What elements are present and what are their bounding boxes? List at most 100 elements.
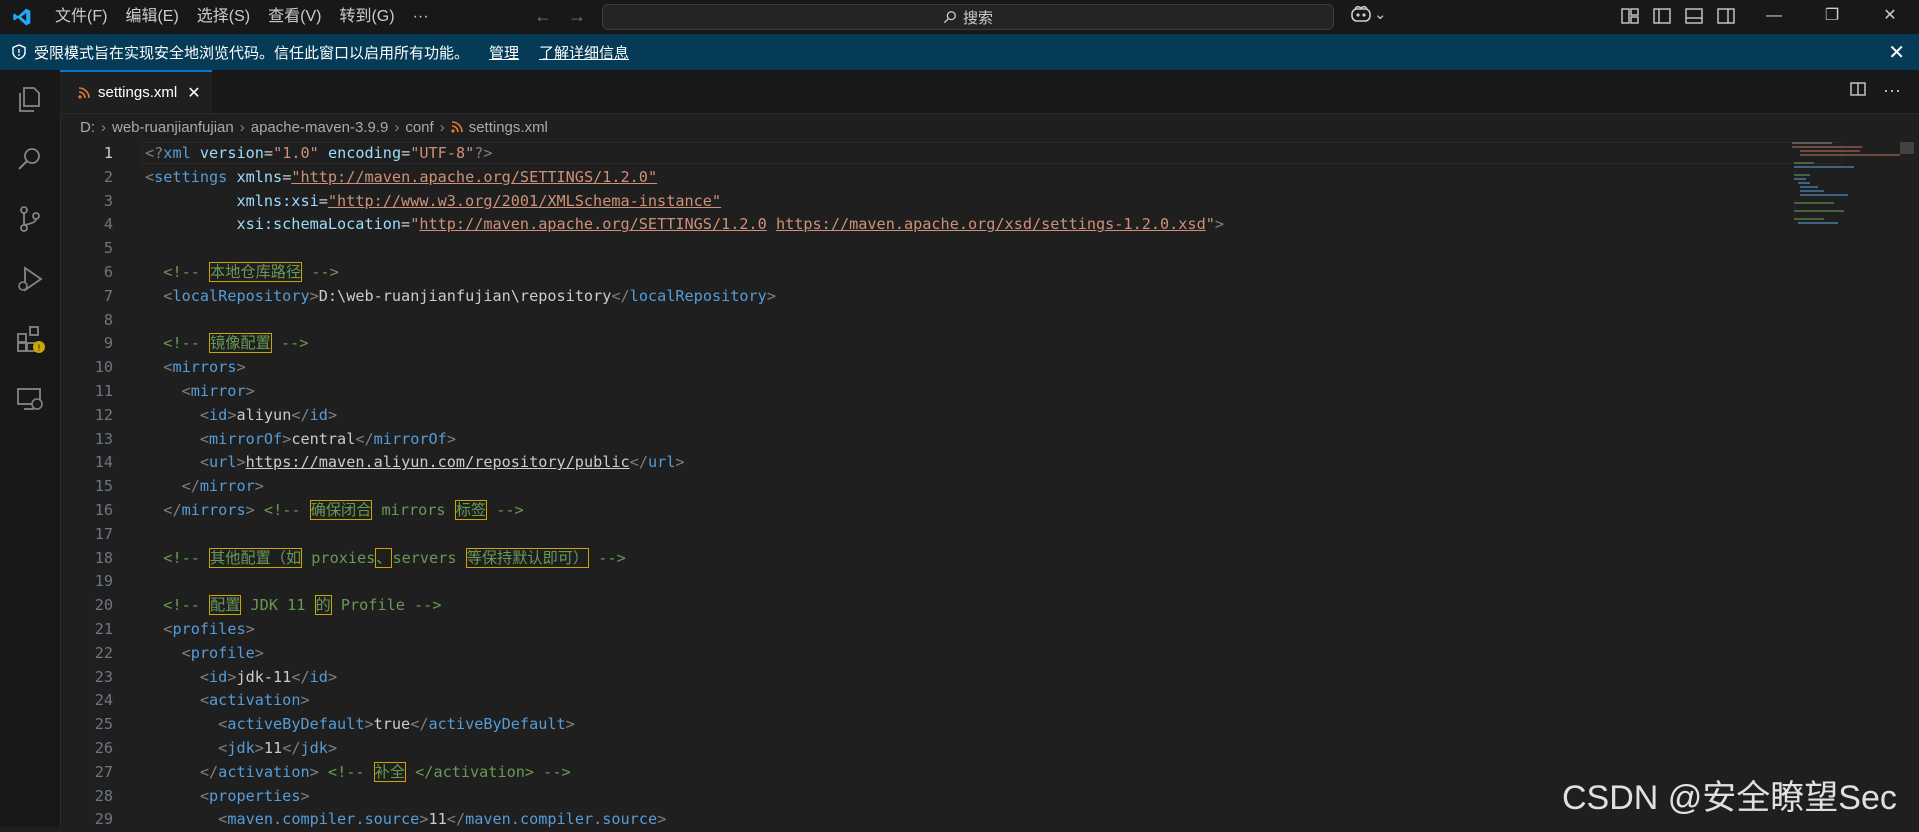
tab-label: settings.xml [98,84,178,101]
tab-settings-xml[interactable]: settings.xml ✕ [60,70,212,113]
editor-actions: ··· [1849,80,1901,101]
code-text: </activation> <!-- 补全 </activation> --> [199,761,571,782]
toggle-secondary-sidebar-icon[interactable] [1716,6,1736,26]
tab-close-icon[interactable]: ✕ [187,83,200,103]
line-number: 23 [94,667,113,686]
code-text: <mirror> [181,381,255,400]
breadcrumb-folder[interactable]: apache-maven-3.9.9 [251,119,389,136]
vscode-logo-icon [13,8,31,26]
line-number: 5 [103,239,113,258]
breadcrumb-chevron-icon: › [101,118,106,136]
source-control-icon[interactable] [15,204,45,234]
search-view-icon[interactable] [15,144,45,174]
banner-manage-link[interactable]: 管理 [489,42,519,63]
code-text: <!-- 其他配置（如 proxies、servers 等保持默认即可） --> [163,547,626,568]
toggle-primary-sidebar-icon[interactable] [1652,6,1672,26]
close-window-button[interactable]: ✕ [1861,0,1919,34]
explorer-icon[interactable] [15,84,45,114]
breadcrumb-folder[interactable]: web-ruanjianfujian [112,119,234,136]
code-line: 5 [60,237,1840,261]
line-number: 25 [94,715,113,734]
forward-arrow-icon[interactable]: → [568,6,586,27]
line-number: 1 [103,144,113,162]
code-text: <?xml version="1.0" encoding="UTF-8"?> [145,144,493,162]
search-icon [943,11,956,24]
customize-layout-icon[interactable] [1620,6,1640,26]
more-actions-icon[interactable]: ··· [1883,80,1901,101]
shield-icon [12,44,26,60]
code-text: <settings xmlns="http://maven.apache.org… [145,167,658,186]
code-line: 14 <url>https://maven.aliyun.com/reposit… [60,451,1840,475]
code-editor[interactable]: 1 <?xml version="1.0" encoding="UTF-8"?> … [60,142,1842,828]
code-line: 18 <!-- 其他配置（如 proxies、servers 等保持默认即可） … [60,547,1840,571]
code-line: 10 <mirrors> [60,356,1840,380]
line-number: 14 [94,453,113,472]
editor-tabs: settings.xml ✕ ··· [60,70,1919,114]
watermark: CSDN @安全瞭望Sec [1562,779,1897,817]
code-text: <!-- 本地仓库路径 --> [163,261,339,282]
activity-bar: ! [0,70,61,827]
banner-learn-more-link[interactable]: 了解详细信息 [539,42,629,63]
menu-bar: 文件(F) 编辑(E) 选择(S) 查看(V) 转到(G) ··· [46,0,438,34]
code-text: <mirrors> [163,358,246,377]
remote-explorer-icon[interactable] [15,384,45,414]
code-text: <activation> [199,691,310,710]
code-line: 23 <id>jdk-11</id> [60,666,1840,690]
code-line: 12 <id>aliyun</id> [60,404,1840,428]
run-debug-icon[interactable] [15,264,45,294]
breadcrumb: D: › web-ruanjianfujian › apache-maven-3.9… [80,114,548,140]
menu-edit[interactable]: 编辑(E) [116,0,187,34]
line-number: 8 [103,310,113,329]
command-center-search[interactable]: 搜索 [602,4,1334,30]
line-number: 19 [94,572,113,591]
back-arrow-icon[interactable]: ← [534,6,552,27]
breadcrumb-drive[interactable]: D: [80,119,95,136]
breadcrumb-file[interactable]: settings.xml [469,119,548,136]
chevron-down-icon: ⌄ [1374,6,1387,23]
code-text: <localRepository>D:\web-ruanjianfujian\r… [163,286,776,305]
xml-file-icon [78,86,90,99]
restricted-mode-banner: 受限模式旨在实现安全地浏览代码。信任此窗口以启用所有功能。 管理 了解详细信息 … [0,34,1919,70]
banner-close-icon[interactable]: ✕ [1888,40,1905,65]
line-number: 24 [94,691,113,710]
split-editor-icon[interactable] [1849,80,1867,98]
nav-arrows: ← → [534,6,586,27]
line-number: 22 [94,643,113,662]
code-line: 2 <settings xmlns="http://maven.apache.or… [60,166,1840,190]
code-line: 7 <localRepository>D:\web-ruanjianfujian… [60,285,1840,309]
restore-button[interactable]: ❐ [1803,0,1861,34]
title-bar: 文件(F) 编辑(E) 选择(S) 查看(V) 转到(G) ··· ← → 搜索… [0,0,1919,34]
line-number: 10 [94,358,113,377]
code-text: </mirrors> <!-- 确保闭合 mirrors 标签 --> [163,499,524,520]
code-line: 11 <mirror> [60,380,1840,404]
menu-view[interactable]: 查看(V) [259,0,330,34]
code-text: <id>aliyun</id> [199,405,338,424]
line-number: 15 [94,477,113,496]
menu-more[interactable]: ··· [404,0,438,34]
code-text: <properties> [199,786,310,805]
breadcrumb-chevron-icon: › [439,118,445,136]
code-text: <profile> [181,643,264,662]
breadcrumb-chevron-icon: › [239,118,245,136]
code-line: 19 [60,570,1840,594]
code-text: xmlns:xsi="http://www.w3.org/2001/XMLSch… [236,191,722,210]
menu-file[interactable]: 文件(F) [46,0,116,34]
code-line: 6 <!-- 本地仓库路径 --> [60,261,1840,285]
code-line: 16 </mirrors> <!-- 确保闭合 mirrors 标签 --> [60,499,1840,523]
minimize-button[interactable]: — [1745,0,1803,34]
toggle-panel-icon[interactable] [1684,6,1704,26]
copilot-button[interactable]: ⌄ [1350,5,1387,23]
line-number: 7 [103,286,113,305]
code-text: <id>jdk-11</id> [199,667,338,686]
menu-go[interactable]: 转到(G) [330,0,403,34]
breadcrumb-folder[interactable]: conf [405,119,433,136]
minimap[interactable] [1790,140,1900,230]
code-text: <!-- 配置 JDK 11 的 Profile --> [163,595,442,616]
extensions-icon[interactable]: ! [15,324,45,354]
line-number: 9 [103,334,113,353]
vertical-scrollbar-thumb[interactable] [1900,142,1914,154]
code-line: 22 <profile> [60,642,1840,666]
menu-selection[interactable]: 选择(S) [188,0,259,34]
line-number: 26 [94,738,113,757]
code-text: <profiles> [163,619,255,638]
